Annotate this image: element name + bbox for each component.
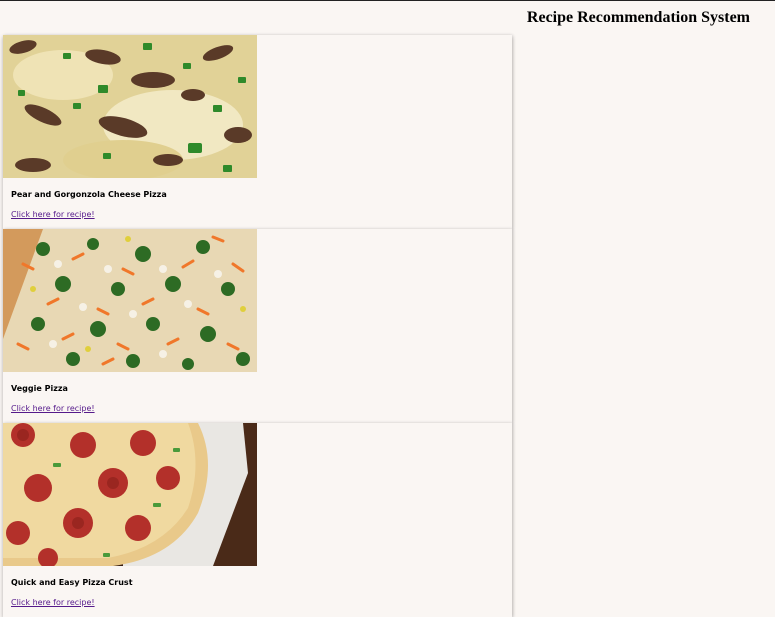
top-bar: Recipe Recommendation System (0, 0, 775, 35)
recipe-card: Veggie Pizza Click here for recipe! (3, 229, 512, 423)
pear-gorgonzola-pizza-image (3, 35, 257, 178)
recipe-title: Pear and Gorgonzola Cheese Pizza (11, 190, 167, 199)
recipe-link[interactable]: Click here for recipe! (11, 598, 95, 607)
recipe-title: Quick and Easy Pizza Crust (11, 578, 133, 587)
recipe-card: Quick and Easy Pizza Crust Click here fo… (3, 423, 512, 617)
recipe-title: Veggie Pizza (11, 384, 68, 393)
page-title: Recipe Recommendation System (526, 9, 750, 26)
recipe-list: Pear and Gorgonzola Cheese Pizza Click h… (3, 35, 512, 617)
recipe-link[interactable]: Click here for recipe! (11, 404, 95, 413)
veggie-pizza-image (3, 229, 257, 372)
pepperoni-pizza-image (3, 423, 257, 566)
recipe-link[interactable]: Click here for recipe! (11, 210, 95, 219)
recipe-card: Pear and Gorgonzola Cheese Pizza Click h… (3, 35, 512, 229)
